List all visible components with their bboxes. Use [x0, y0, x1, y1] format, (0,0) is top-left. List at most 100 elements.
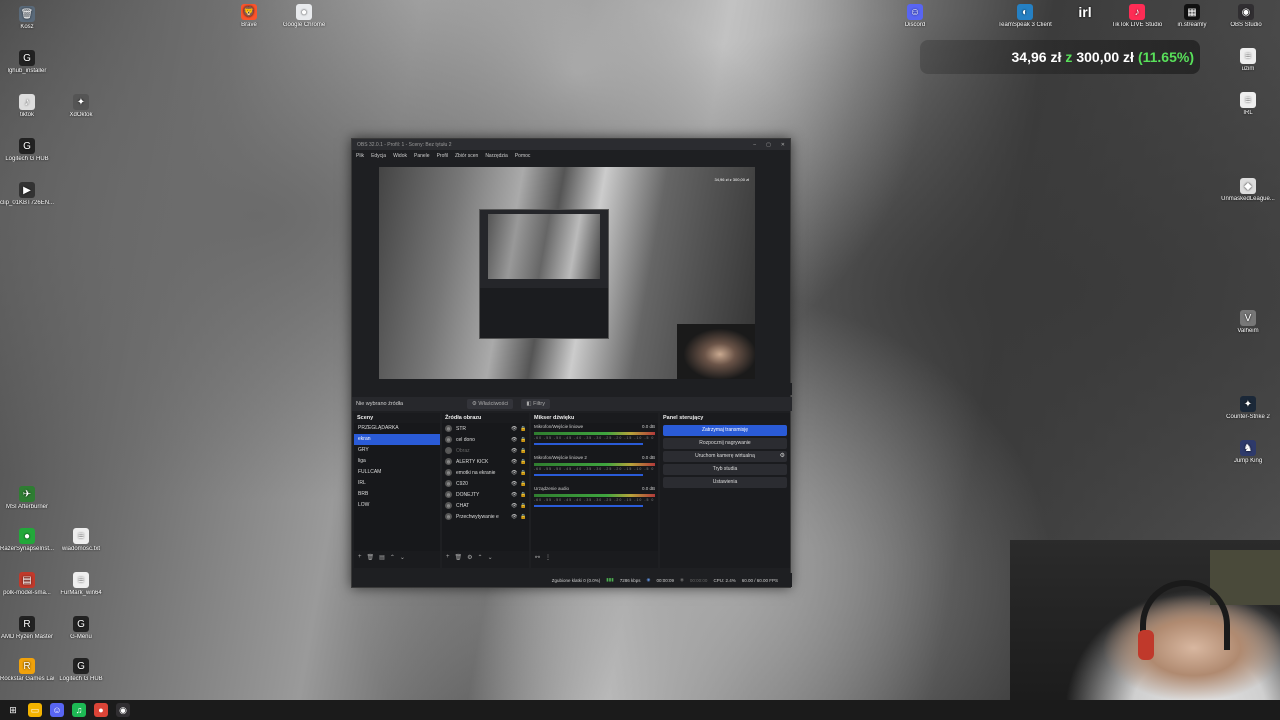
- gear-icon[interactable]: ⚙: [780, 451, 785, 462]
- menu-item[interactable]: Plik: [356, 153, 364, 159]
- volume-slider[interactable]: [534, 474, 643, 476]
- desktop-shortcut[interactable]: ✦ XdOktok: [54, 94, 108, 118]
- desktop-shortcut[interactable]: ◐ TeamSpeak 3 Client: [998, 4, 1052, 28]
- add-icon[interactable]: +: [446, 554, 450, 560]
- source-item[interactable]: ◎ emotki na ekranie 👁 🔒: [442, 467, 529, 478]
- source-item[interactable]: ◎ STR 👁 🔒: [442, 423, 529, 434]
- chevron-up-icon[interactable]: ⌃: [390, 554, 395, 561]
- source-item[interactable]: ◎ C920 👁 🔒: [442, 478, 529, 489]
- file-explorer-icon[interactable]: ▭: [28, 703, 42, 717]
- lock-icon[interactable]: 🔒: [520, 448, 526, 454]
- desktop-shortcut[interactable]: ● RazerSynapseInst...: [0, 528, 54, 552]
- obs-preview[interactable]: 34,96 zł z 300,00 zł: [379, 167, 755, 379]
- obs-titlebar[interactable]: OBS 32.0.1 - Profil: 1 - Sceny: Bez tytu…: [352, 139, 790, 150]
- gear-icon[interactable]: ⚙: [467, 554, 472, 561]
- lock-icon[interactable]: 🔒: [520, 492, 526, 498]
- scene-item[interactable]: ekran: [354, 434, 440, 445]
- obs-taskbar-icon[interactable]: ◉: [116, 703, 130, 717]
- desktop-shortcut[interactable]: G Logitech G HUB: [54, 658, 108, 682]
- menu-item[interactable]: Edycja: [371, 153, 386, 159]
- start-recording-button[interactable]: Rozpocznij nagrywanie: [663, 438, 787, 449]
- trash-icon[interactable]: 🗑: [367, 554, 375, 561]
- scene-item[interactable]: FULLCAM: [354, 467, 440, 478]
- filters-button[interactable]: ◧ Filtry: [521, 399, 550, 409]
- desktop-shortcut[interactable]: ▤ polk-model-sma...: [0, 572, 54, 596]
- eye-icon[interactable]: 👁: [511, 448, 517, 454]
- link-icon[interactable]: ⚯: [535, 554, 540, 561]
- desktop-shortcut[interactable]: ✦ Counter-Strike 2: [1221, 396, 1275, 420]
- maximize-icon[interactable]: ▢: [766, 142, 771, 148]
- menu-item[interactable]: Narzędzia: [485, 153, 508, 159]
- scene-item[interactable]: LOW: [354, 500, 440, 511]
- spotify-icon[interactable]: ♫: [72, 703, 86, 717]
- lock-icon[interactable]: 🔒: [520, 426, 526, 432]
- chevron-down-icon[interactable]: ⌄: [400, 554, 405, 561]
- properties-button[interactable]: ⚙ Właściwości: [466, 399, 514, 409]
- desktop-shortcut[interactable]: R AMD Ryzen Master: [0, 616, 54, 640]
- menu-item[interactable]: Widok: [393, 153, 407, 159]
- menu-item[interactable]: Zbiór scen: [455, 153, 478, 159]
- menu-item[interactable]: Profil: [437, 153, 448, 159]
- desktop-shortcut[interactable]: ● Google Chrome: [277, 4, 331, 28]
- desktop-shortcut[interactable]: ♪ tiktok: [0, 94, 54, 118]
- desktop-shortcut[interactable]: G G-Menu: [54, 616, 108, 640]
- scene-item[interactable]: PRZEGLĄDARKA: [354, 423, 440, 434]
- volume-slider[interactable]: [534, 505, 643, 507]
- eye-icon[interactable]: 👁: [511, 426, 517, 432]
- menu-item[interactable]: Panele: [414, 153, 430, 159]
- discord-taskbar-icon[interactable]: ☺: [50, 703, 64, 717]
- scene-item[interactable]: liga: [354, 456, 440, 467]
- source-item[interactable]: ◎ CHAT 👁 🔒: [442, 500, 529, 511]
- eye-icon[interactable]: 👁: [511, 459, 517, 465]
- source-item[interactable]: ◎ cel dono 👁 🔒: [442, 434, 529, 445]
- add-icon[interactable]: +: [358, 554, 362, 560]
- eye-icon[interactable]: 👁: [511, 503, 517, 509]
- desktop-shortcut[interactable]: ☺ Discord: [888, 4, 942, 28]
- lock-icon[interactable]: 🔒: [520, 470, 526, 476]
- chevron-up-icon[interactable]: ⌃: [478, 554, 483, 561]
- scene-item[interactable]: GRY: [354, 445, 440, 456]
- eye-icon[interactable]: 👁: [511, 492, 517, 498]
- source-item[interactable]: ◎ ALERTY KICK 👁 🔒: [442, 456, 529, 467]
- desktop-shortcut[interactable]: ♞ Jump King: [1221, 440, 1275, 464]
- eye-icon[interactable]: 👁: [511, 470, 517, 476]
- more-icon[interactable]: ⋮: [545, 554, 551, 561]
- lock-icon[interactable]: 🔒: [520, 503, 526, 509]
- desktop-shortcut[interactable]: ♪ TikTok LIVE Studio: [1110, 4, 1164, 28]
- desktop-shortcut[interactable]: G Logitech G HUB: [0, 138, 54, 162]
- source-item[interactable]: ◎ Obraz 👁 🔒: [442, 445, 529, 456]
- eye-icon[interactable]: 👁: [511, 514, 517, 520]
- chrome-taskbar-icon[interactable]: ●: [94, 703, 108, 717]
- menu-item[interactable]: Pomoc: [515, 153, 531, 159]
- desktop-shortcut[interactable]: ◉ OBS Studio: [1219, 4, 1273, 28]
- filter-icon[interactable]: ▤: [379, 554, 385, 561]
- start-icon[interactable]: ⊞: [6, 703, 20, 717]
- lock-icon[interactable]: 🔒: [520, 514, 526, 520]
- lock-icon[interactable]: 🔒: [520, 437, 526, 443]
- desktop-shortcut[interactable]: irl: [1058, 4, 1112, 22]
- desktop-shortcut[interactable]: ≡ FurMark_win64: [54, 572, 108, 596]
- desktop-shortcut[interactable]: ≡ wiadomosc.txt: [54, 528, 108, 552]
- stop-stream-button[interactable]: Zatrzymaj transmisję: [663, 425, 787, 436]
- volume-slider[interactable]: [534, 443, 643, 445]
- desktop-shortcut[interactable]: ≡ IRL: [1221, 92, 1275, 116]
- desktop-shortcut[interactable]: 🗑 Kosz: [0, 6, 54, 30]
- desktop-shortcut[interactable]: ◆ UnmaskedLeague...: [1221, 178, 1275, 202]
- eye-icon[interactable]: 👁: [511, 437, 517, 443]
- desktop-shortcut[interactable]: ▶ clip_01KBT726EN...: [0, 182, 54, 206]
- desktop-shortcut[interactable]: R Rockstar Games Launcher: [0, 658, 54, 682]
- source-item[interactable]: ◎ DONEJTY 👁 🔒: [442, 489, 529, 500]
- lock-icon[interactable]: 🔒: [520, 481, 526, 487]
- scene-item[interactable]: IRL: [354, 478, 440, 489]
- source-item[interactable]: ◎ Przechwytywanie e 👁 🔒: [442, 511, 529, 522]
- scene-item[interactable]: BRB: [354, 489, 440, 500]
- studio-mode-button[interactable]: Tryb studia: [663, 464, 787, 475]
- desktop-shortcut[interactable]: 🦁 Brave: [222, 4, 276, 28]
- trash-icon[interactable]: 🗑: [455, 554, 463, 561]
- close-icon[interactable]: ✕: [781, 142, 785, 148]
- virtual-camera-button[interactable]: Uruchom kamerę wirtualną ⚙: [663, 451, 787, 462]
- desktop-shortcut[interactable]: ≡ uzim: [1221, 48, 1275, 72]
- desktop-shortcut[interactable]: ▦ in.streamly: [1165, 4, 1219, 28]
- obs-window[interactable]: OBS 32.0.1 - Profil: 1 - Sceny: Bez tytu…: [351, 138, 792, 588]
- eye-icon[interactable]: 👁: [511, 481, 517, 487]
